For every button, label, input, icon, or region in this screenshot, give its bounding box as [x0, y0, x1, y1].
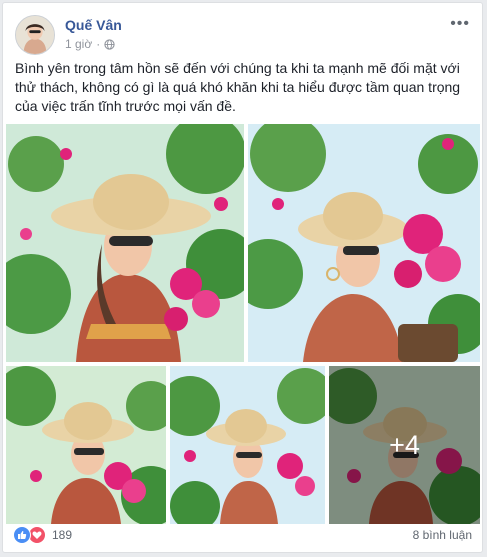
- avatar[interactable]: [15, 15, 55, 55]
- post-header: Quế Vân 1 giờ · •••: [15, 11, 472, 55]
- photo-image: [170, 366, 325, 524]
- photo-3[interactable]: [6, 366, 166, 524]
- globe-icon[interactable]: [104, 38, 115, 50]
- post-text: Bình yên trong tâm hồn sẽ đến với chúng …: [15, 60, 461, 114]
- reactions[interactable]: 189: [13, 526, 72, 544]
- like-icon: [13, 526, 31, 544]
- photo-image: [6, 366, 166, 524]
- photo-5-more[interactable]: +4: [329, 366, 480, 524]
- avatar-image: [16, 16, 54, 54]
- photo-image: [248, 124, 480, 362]
- post-time[interactable]: 1 giờ: [65, 37, 92, 51]
- photo-grid: +4: [6, 124, 480, 524]
- reaction-count[interactable]: 189: [52, 528, 72, 542]
- post-footer: 189 8 bình luận: [13, 524, 472, 546]
- post-card: Quế Vân 1 giờ · ••• Bình yên trong tâm h…: [2, 2, 483, 553]
- more-photos-overlay[interactable]: +4: [329, 366, 480, 524]
- photo-image: [6, 124, 244, 362]
- ellipsis-icon[interactable]: •••: [450, 15, 470, 33]
- post-meta: 1 giờ ·: [65, 37, 115, 51]
- author-name[interactable]: Quế Vân: [65, 17, 122, 33]
- comment-count[interactable]: 8 bình luận: [413, 528, 472, 542]
- photo-2[interactable]: [248, 124, 480, 362]
- photo-4[interactable]: [170, 366, 325, 524]
- photo-1[interactable]: [6, 124, 244, 362]
- more-photos-count: +4: [389, 429, 420, 460]
